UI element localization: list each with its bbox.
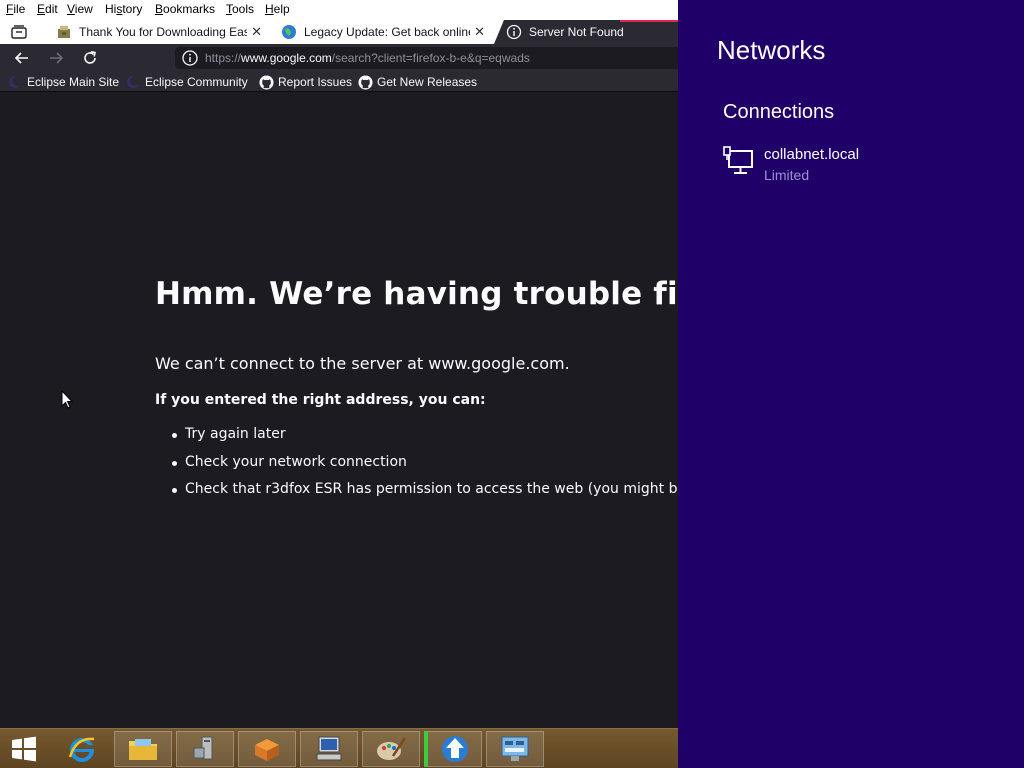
menu-view-rest: iew (74, 2, 93, 16)
computer-tower-icon (193, 736, 213, 760)
github-icon (258, 74, 274, 90)
forward-button[interactable] (45, 48, 67, 68)
networks-panel: Networks Connections collabnet.local Lim… (678, 0, 1024, 768)
suggestion-item: Try again later (172, 426, 678, 454)
bookmark-label: Get New Releases (377, 75, 478, 89)
windows-logo-icon[interactable] (8, 735, 40, 763)
bookmark-label: Eclipse Main Site (27, 75, 120, 89)
menu-file-rest: ile (13, 2, 26, 16)
ie-icon (68, 737, 95, 762)
tab-title: Legacy Update: Get back online, (304, 25, 470, 39)
taskbar-file-explorer[interactable] (114, 731, 172, 767)
back-button[interactable] (11, 48, 33, 68)
box-icon (255, 739, 279, 761)
tab-accent-line (620, 20, 678, 22)
tab-title: Server Not Found (529, 25, 624, 39)
tab-legacy-update[interactable]: Legacy Update: Get back online, ✕ (281, 20, 485, 44)
bookmarks-toolbar: Eclipse Main Site Eclipse Community Repo… (0, 72, 678, 92)
bookmark-report-issues[interactable]: Report Issues (258, 74, 352, 90)
network-name: collabnet.local (764, 146, 860, 163)
control-panel-icon (501, 736, 529, 761)
github-icon (357, 74, 373, 90)
menu-edit-accel: E (37, 2, 46, 16)
menu-help[interactable]: Help (265, 2, 290, 16)
menu-edit[interactable]: Edit (37, 2, 58, 16)
navigation-toolbar: https://www.google.com/search?client=fir… (0, 44, 678, 72)
menu-edit-rest: dit (45, 2, 58, 16)
taskbar (0, 728, 678, 768)
bookmark-label: Eclipse Community (145, 75, 248, 89)
eclipse-icon (7, 74, 23, 90)
globe-icon (281, 24, 297, 40)
menu-file[interactable]: File (6, 2, 25, 16)
error-description: We can’t connect to the server at www.go… (155, 354, 570, 373)
network-connection-item[interactable]: collabnet.local Limited (723, 144, 1013, 188)
taskbar-package-app[interactable] (238, 731, 296, 767)
tab-close-icon[interactable]: ✕ (251, 24, 262, 40)
bookmark-eclipse-main-site[interactable]: Eclipse Main Site (7, 74, 119, 90)
menu-help-accel: H (265, 2, 274, 16)
tab-thank-you[interactable]: Thank You for Downloading Eas ✕ (56, 20, 262, 44)
menu-view[interactable]: View (67, 2, 93, 16)
tab-bar: Thank You for Downloading Eas ✕ Legacy U… (0, 20, 678, 44)
url-prefix: https:// (205, 51, 242, 65)
error-subtitle: If you entered the right address, you ca… (155, 392, 486, 408)
menu-bar: File Edit View History Bookmarks Tools H… (0, 0, 678, 20)
bookmark-label: Report Issues (278, 75, 353, 89)
taskbar-control-panel[interactable] (486, 731, 544, 767)
taskbar-internet-explorer[interactable] (53, 731, 111, 767)
taskbar-legacy-update[interactable] (424, 731, 482, 767)
folder-icon (129, 739, 157, 760)
menu-bookmarks-accel: B (155, 2, 164, 16)
menu-history-pre: Hi (105, 2, 117, 16)
url-path: /search?client=firefox-b-e&q=eqwads (331, 51, 530, 65)
reload-button[interactable] (79, 48, 101, 68)
browser-window: File Edit View History Bookmarks Tools H… (0, 0, 678, 728)
tab-list-icon[interactable] (10, 24, 28, 40)
suggestion-list: Try again later Check your network conne… (172, 426, 678, 509)
taskbar-computer[interactable] (300, 731, 358, 767)
menu-bookmarks[interactable]: Bookmarks (155, 2, 215, 16)
palette-icon (377, 737, 407, 760)
url-bar[interactable]: https://www.google.com/search?client=fir… (175, 47, 678, 69)
taskbar-paint[interactable] (362, 731, 420, 767)
tab-close-icon[interactable]: ✕ (474, 24, 485, 40)
site-info-icon[interactable] (181, 49, 199, 67)
menu-history-rest: tory (122, 2, 143, 16)
eclipse-icon (125, 74, 141, 90)
info-icon (506, 24, 522, 40)
bookmark-eclipse-community[interactable]: Eclipse Community (125, 74, 248, 90)
reload-icon (84, 51, 96, 64)
update-arrow-icon (441, 736, 468, 762)
url-host: www.google.com (241, 51, 332, 65)
error-title: Hmm. We’re having trouble finding (155, 276, 678, 312)
menu-help-rest: elp (273, 2, 290, 16)
networks-title: Networks (717, 35, 826, 65)
installer-icon (56, 24, 72, 40)
suggestion-item: Check your network connection (172, 454, 678, 482)
page-content: Hmm. We’re having trouble finding We can… (0, 92, 678, 728)
menu-bookmarks-rest: ookmarks (163, 2, 216, 16)
pc-icon (316, 736, 342, 761)
suggestion-item: Check that r3dfox ESR has permission to … (172, 481, 678, 509)
menu-tools-rest: ools (232, 2, 255, 16)
mouse-cursor-icon (61, 390, 73, 409)
network-status: Limited (764, 167, 810, 183)
connections-heading: Connections (723, 101, 835, 123)
menu-tools[interactable]: Tools (226, 2, 254, 16)
menu-view-accel: V (67, 2, 75, 16)
back-arrow-icon (14, 52, 28, 64)
menu-history[interactable]: History (105, 2, 142, 16)
tab-server-not-found[interactable]: Server Not Found (494, 20, 678, 44)
tab-title: Thank You for Downloading Eas (79, 25, 247, 39)
bookmark-get-new-releases[interactable]: Get New Releases (357, 74, 477, 90)
wired-network-icon (723, 146, 753, 174)
forward-arrow-icon (50, 52, 64, 64)
taskbar-device-manager[interactable] (176, 731, 234, 767)
